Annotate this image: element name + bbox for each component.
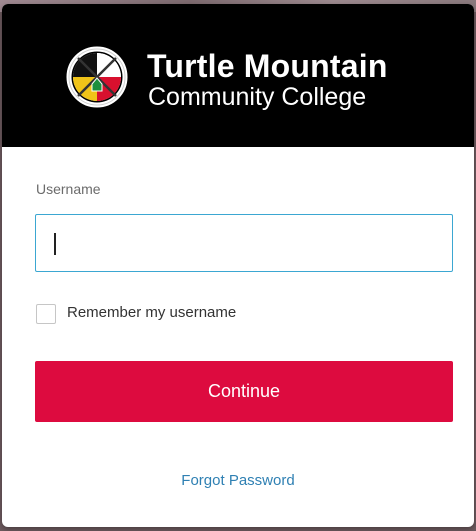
remember-checkbox[interactable] — [36, 304, 56, 324]
brand-subtitle: Community College — [148, 83, 367, 111]
remember-label[interactable]: Remember my username — [67, 304, 236, 321]
brand-title: Turtle Mountain — [147, 48, 388, 84]
text-caret — [54, 233, 56, 255]
continue-button[interactable]: Continue — [35, 361, 453, 422]
header-banner: Turtle Mountain Community College — [2, 4, 474, 147]
login-card: Turtle Mountain Community College Userna… — [2, 4, 474, 527]
tmcc-logo-icon — [66, 46, 128, 108]
username-label: Username — [36, 181, 101, 197]
forgot-password-link[interactable]: Forgot Password — [2, 472, 474, 489]
username-input[interactable] — [35, 214, 453, 272]
